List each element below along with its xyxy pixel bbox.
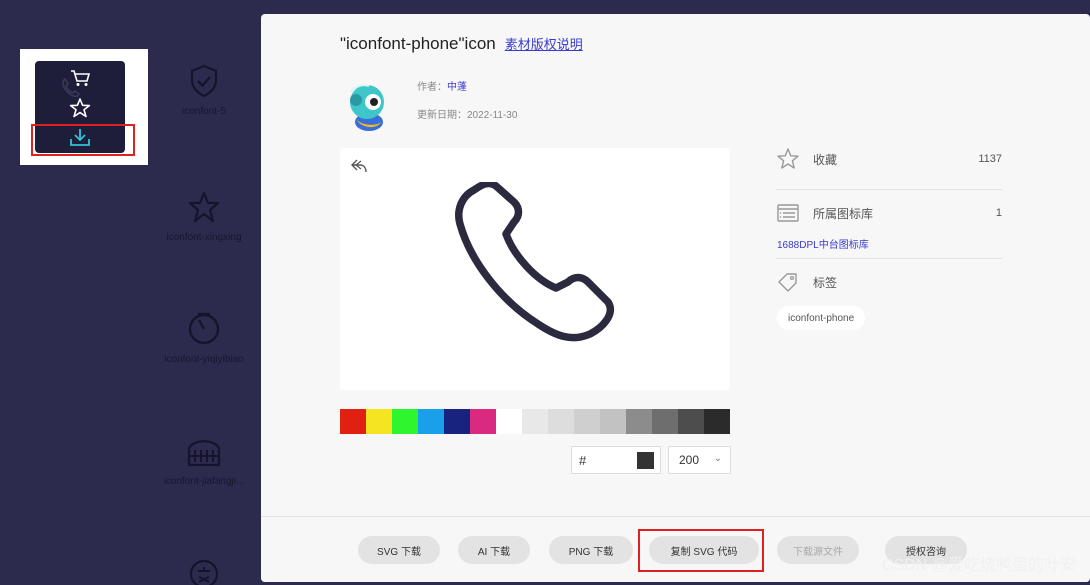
png-download-button[interactable]: PNG 下载 — [549, 536, 633, 564]
color-swatch[interactable] — [392, 409, 418, 434]
ai-download-button[interactable]: AI 下载 — [458, 536, 530, 564]
author-label: 作者： — [417, 82, 447, 93]
building-icon — [187, 440, 221, 467]
bg-icon-cell[interactable]: iconfont-xingxing — [139, 190, 269, 243]
bg-icon-label: iconfont-xingxing — [166, 232, 242, 243]
tags-row: 标签 — [776, 270, 1002, 294]
icon-preview — [340, 148, 730, 390]
icon-detail-modal: "iconfont-phone"icon 素材版权说明 作者：中蓬 更新日期：2… — [261, 14, 1090, 582]
divider — [776, 258, 1002, 259]
favorites-row: 收藏 1137 — [776, 147, 1002, 171]
download-highlight-box — [31, 124, 135, 156]
divider — [776, 189, 1002, 190]
icon-title: "iconfont-phone"icon — [340, 34, 496, 53]
tag-icon — [778, 273, 797, 292]
color-swatch[interactable] — [704, 409, 730, 434]
color-swatch[interactable] — [470, 409, 496, 434]
svg-download-button[interactable]: SVG 下载 — [358, 536, 440, 564]
bg-icon-cell[interactable]: iconfont-5 — [139, 64, 269, 117]
phone-icon-preview — [455, 182, 614, 342]
phone-icon — [62, 77, 81, 98]
bg-icon-label: iconfont-yiqiyibiao — [164, 354, 244, 365]
bg-icon-label: iconfont-jiafangji... — [163, 476, 245, 487]
copy-svg-highlight-box — [638, 529, 764, 572]
shield-check-icon — [190, 64, 218, 98]
library-count: 1 — [995, 207, 1002, 219]
download-source-button[interactable]: 下载源文件 — [777, 536, 859, 564]
color-swatch[interactable] — [678, 409, 704, 434]
library-link[interactable]: 1688DPL中台图标库 — [777, 236, 869, 251]
color-swatch[interactable] — [418, 409, 444, 434]
bg-icon-cell[interactable]: iconfont-jiafangji... — [139, 436, 269, 487]
library-label: 所属图标库 — [813, 206, 874, 221]
favorites-label: 收藏 — [813, 152, 838, 167]
bg-icon-label: iconfont-5 — [182, 106, 226, 117]
hex-prefix: # — [579, 452, 587, 468]
updated-label: 更新日期： — [417, 110, 467, 121]
watermark: CSDN @爱吃烧鸭蛋的叶安 — [881, 557, 1076, 574]
star-icon[interactable] — [776, 147, 800, 171]
color-swatch[interactable] — [652, 409, 678, 434]
tags-label: 标签 — [813, 275, 838, 290]
ke-badge-icon — [189, 559, 219, 585]
color-swatches — [340, 409, 730, 434]
favorites-count: 1137 — [978, 153, 1002, 165]
current-color-chip[interactable] — [637, 452, 654, 469]
color-swatch[interactable] — [366, 409, 392, 434]
tag-pill[interactable]: iconfont-phone — [777, 306, 866, 330]
color-swatch[interactable] — [340, 409, 366, 434]
color-swatch[interactable] — [626, 409, 652, 434]
color-swatch[interactable] — [600, 409, 626, 434]
gauge-icon — [188, 312, 220, 345]
size-value: 200 — [679, 453, 700, 467]
library-list-icon — [777, 204, 799, 222]
color-swatch[interactable] — [496, 409, 522, 434]
updated-meta: 更新日期：2022-11-30 — [417, 106, 517, 121]
bg-icon-cell[interactable] — [139, 558, 269, 585]
color-swatch[interactable] — [548, 409, 574, 434]
author-avatar[interactable] — [343, 80, 391, 132]
color-swatch[interactable] — [522, 409, 548, 434]
color-swatch[interactable] — [444, 409, 470, 434]
author-link[interactable]: 中蓬 — [447, 82, 467, 93]
bg-icon-cell[interactable]: iconfont-yiqiyibiao — [139, 310, 269, 365]
hex-color-input[interactable]: # — [571, 446, 661, 474]
star-icon — [188, 191, 220, 223]
undo-icon[interactable] — [349, 158, 369, 174]
modal-title-row: "iconfont-phone"icon 素材版权说明 — [340, 34, 583, 54]
library-row: 所属图标库 1 — [776, 201, 1002, 225]
chevron-down-icon: ⌄ — [713, 453, 722, 464]
author-meta: 作者：中蓬 — [417, 78, 467, 93]
updated-date: 2022-11-30 — [467, 110, 518, 121]
color-swatch[interactable] — [574, 409, 600, 434]
size-select[interactable]: 200 ⌄ — [668, 446, 731, 474]
star-icon[interactable] — [35, 97, 125, 124]
license-link[interactable]: 素材版权说明 — [505, 34, 583, 53]
